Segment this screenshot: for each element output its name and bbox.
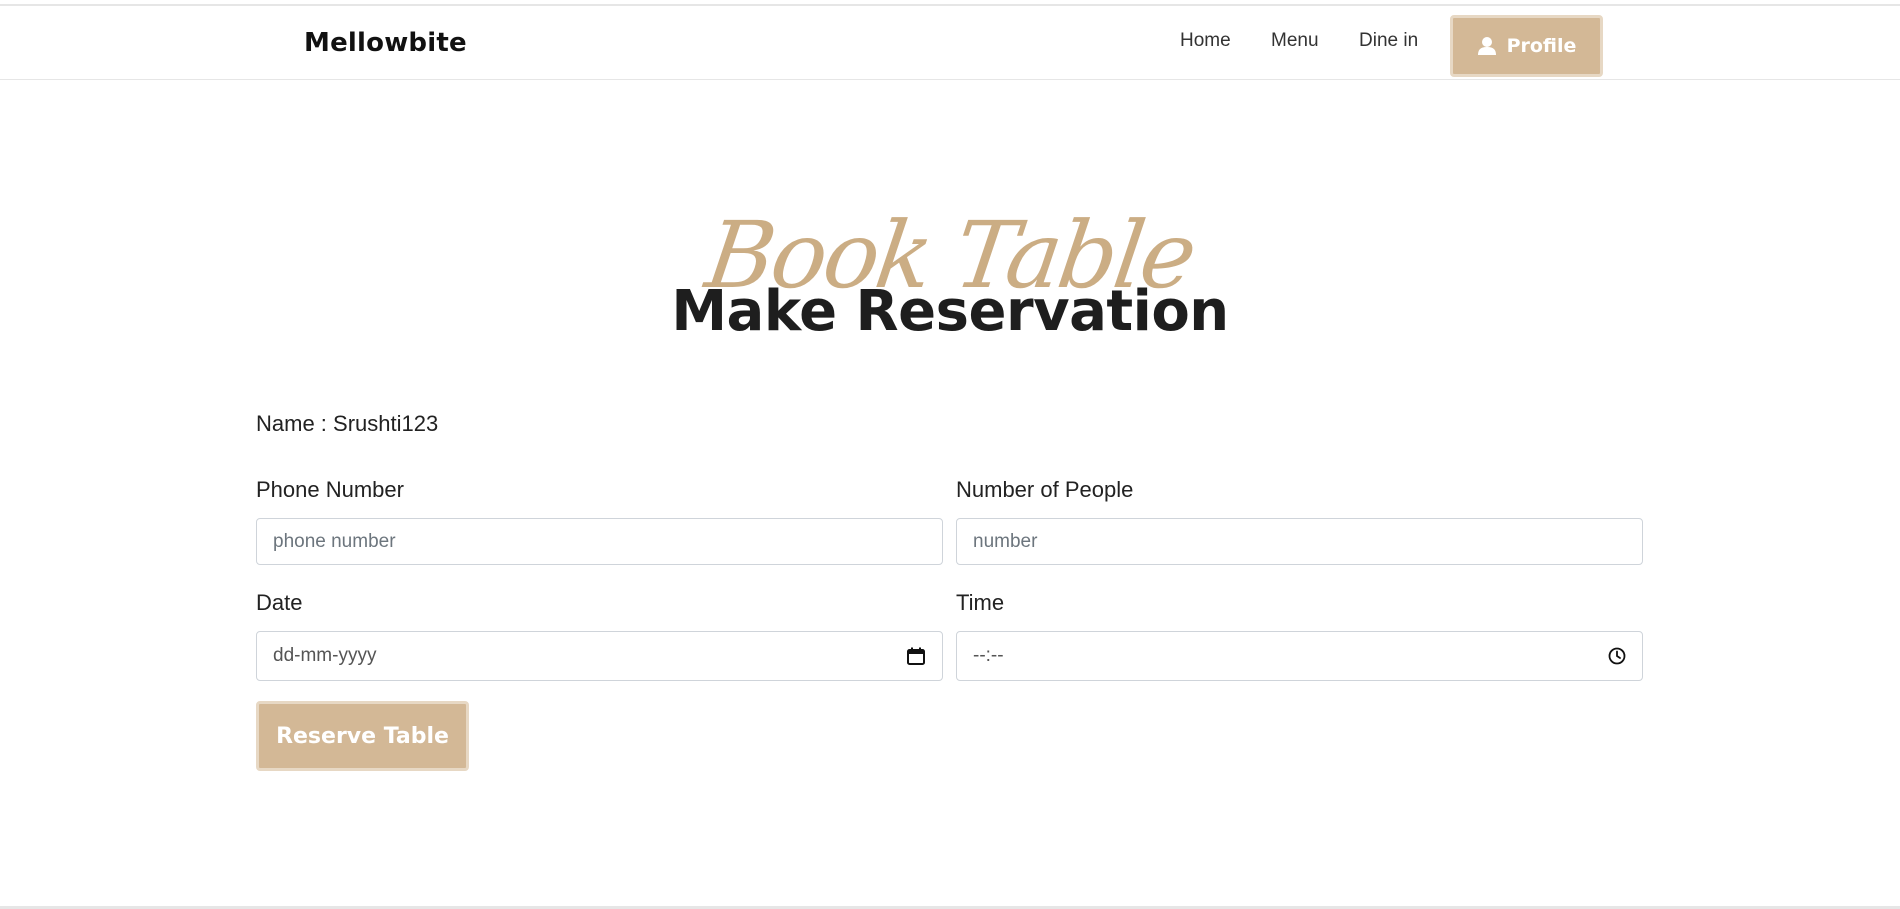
- time-label: Time: [956, 590, 1005, 615]
- user-icon: [1477, 36, 1497, 56]
- title-section: Book Table Make Reservation: [0, 202, 1900, 360]
- nav-menu[interactable]: Menu: [1271, 26, 1319, 56]
- nav-home-label[interactable]: Home: [1180, 30, 1231, 52]
- people-input[interactable]: [956, 518, 1643, 565]
- time-placeholder: --:--: [973, 645, 1004, 666]
- nav-menu-label[interactable]: Menu: [1271, 30, 1319, 52]
- phone-input[interactable]: [256, 518, 943, 565]
- nav-dine-in-label[interactable]: Dine in: [1359, 30, 1418, 52]
- reserve-table-button[interactable]: Reserve Table: [256, 701, 469, 771]
- brand-logo[interactable]: Mellowbite: [304, 28, 467, 58]
- date-input[interactable]: dd-mm-yyyy: [256, 631, 943, 681]
- nav-home[interactable]: Home: [1180, 26, 1231, 56]
- profile-button[interactable]: Profile: [1450, 15, 1603, 77]
- profile-button-label: Profile: [1506, 35, 1577, 57]
- nav-dine-in[interactable]: Dine in: [1359, 26, 1418, 56]
- calendar-icon[interactable]: [906, 646, 926, 666]
- page-title: Make Reservation: [671, 279, 1229, 344]
- clock-icon[interactable]: [1608, 647, 1626, 665]
- date-placeholder: dd-mm-yyyy: [273, 645, 377, 666]
- time-input[interactable]: --:--: [956, 631, 1643, 681]
- date-label: Date: [256, 590, 303, 615]
- phone-label: Phone Number: [256, 477, 404, 502]
- page: Mellowbite Home Menu Dine in Profile Boo…: [0, 0, 1900, 909]
- user-name-display: Name : Srushti123: [256, 411, 439, 436]
- top-navbar: Mellowbite Home Menu Dine in Profile: [0, 4, 1900, 80]
- people-label: Number of People: [956, 477, 1134, 502]
